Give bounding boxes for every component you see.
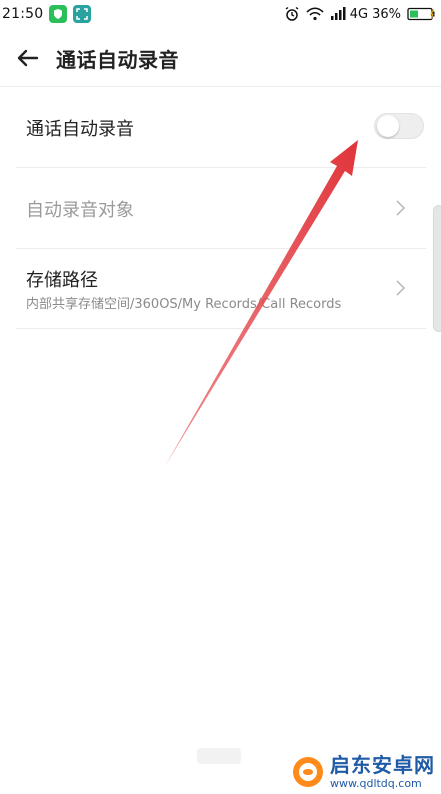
auto-record-toggle[interactable] <box>374 113 424 139</box>
battery-percent: 36% <box>372 6 401 22</box>
back-button[interactable] <box>8 38 48 78</box>
toggle-knob <box>377 115 399 137</box>
edge-panel-handle[interactable] <box>433 205 441 332</box>
setting-label-record-target: 自动录音对象 <box>26 200 134 221</box>
shield-app-icon <box>49 5 68 23</box>
status-bar-right: 4G 36% <box>278 0 441 28</box>
chevron-right-icon <box>390 198 410 218</box>
status-bar: 21:50 4G 36% <box>0 0 441 28</box>
signal-icon <box>330 7 346 21</box>
setting-row-storage-path[interactable]: 存储路径 内部共享存储空间/360OS/My Records/Call Reco… <box>16 248 426 329</box>
watermark-cn: 启东安卓网 <box>330 753 435 777</box>
watermark-text: 启东安卓网 www.qdltdq.com <box>330 755 435 789</box>
setting-label-auto-record: 通话自动录音 <box>26 119 134 140</box>
scan-app-icon <box>73 5 92 23</box>
setting-row-auto-record[interactable]: 通话自动录音 <box>16 87 426 168</box>
alarm-icon <box>284 6 300 22</box>
chevron-right-icon <box>390 278 410 298</box>
arrow-left-icon <box>17 49 39 67</box>
status-bar-left: 21:50 <box>0 0 97 28</box>
setting-subtitle-storage-path: 内部共享存储空间/360OS/My Records/Call Records <box>26 297 342 312</box>
setting-label-storage-path: 存储路径 <box>26 270 98 291</box>
network-type: 4G <box>349 6 369 22</box>
wifi-icon <box>306 7 324 21</box>
watermark-logo-icon <box>290 754 326 790</box>
battery-icon <box>407 7 437 21</box>
status-time: 21:50 <box>2 6 44 22</box>
settings-screen: 21:50 4G 36% 通话自动录音 通话自动录音 自动录音对象 存储路径 内… <box>0 0 441 794</box>
watermark-url: www.qdltdq.com <box>330 777 422 790</box>
app-header: 通话自动录音 <box>0 30 441 87</box>
bottom-nav-hint <box>197 748 241 764</box>
page-title: 通话自动录音 <box>56 47 179 72</box>
setting-row-record-target[interactable]: 自动录音对象 <box>16 168 426 249</box>
watermark: 启东安卓网 www.qdltdq.com <box>290 754 435 790</box>
